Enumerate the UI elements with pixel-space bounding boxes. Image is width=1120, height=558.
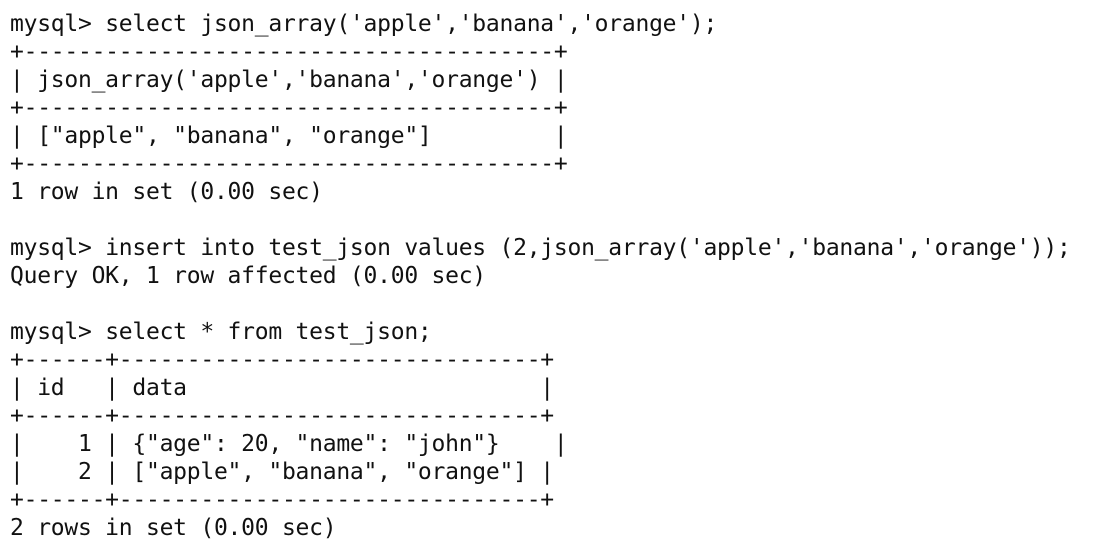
prompt: mysql> <box>10 11 106 37</box>
result-text: Query OK, 1 row affected (0.00 sec) <box>10 263 486 289</box>
table-row: | ["apple", "banana", "orange"] | <box>10 123 568 149</box>
table-border: +---------------------------------------… <box>10 95 568 121</box>
table-border: +---------------------------------------… <box>10 151 568 177</box>
result-text: 2 rows in set (0.00 sec) <box>10 515 337 541</box>
command-text: insert into test_json values (2,json_arr… <box>105 235 1071 261</box>
command-text: select * from test_json; <box>105 319 432 345</box>
table-border: +------+-------------------------------+ <box>10 403 554 429</box>
terminal-window[interactable]: mysql> select json_array('apple','banana… <box>0 0 1120 558</box>
prompt: mysql> <box>10 235 106 261</box>
command-line: mysql> select json_array('apple','banana… <box>10 10 1120 38</box>
table-row: | 2 | ["apple", "banana", "orange"] | <box>10 459 554 485</box>
table-row: | 1 | {"age": 20, "name": "john"} | <box>10 431 568 457</box>
table-border: +------+-------------------------------+ <box>10 487 554 513</box>
table-header-row: | json_array('apple','banana','orange') … <box>10 67 568 93</box>
table-header-row: | id | data | <box>10 375 554 401</box>
table-border: +---------------------------------------… <box>10 39 568 65</box>
command-text: select json_array('apple','banana','oran… <box>105 11 718 37</box>
prompt: mysql> <box>10 319 106 345</box>
result-text: 1 row in set (0.00 sec) <box>10 179 323 205</box>
command-line: mysql> insert into test_json values (2,j… <box>10 234 1120 262</box>
table-border: +------+-------------------------------+ <box>10 347 554 373</box>
command-line: mysql> select * from test_json; <box>10 318 1120 346</box>
